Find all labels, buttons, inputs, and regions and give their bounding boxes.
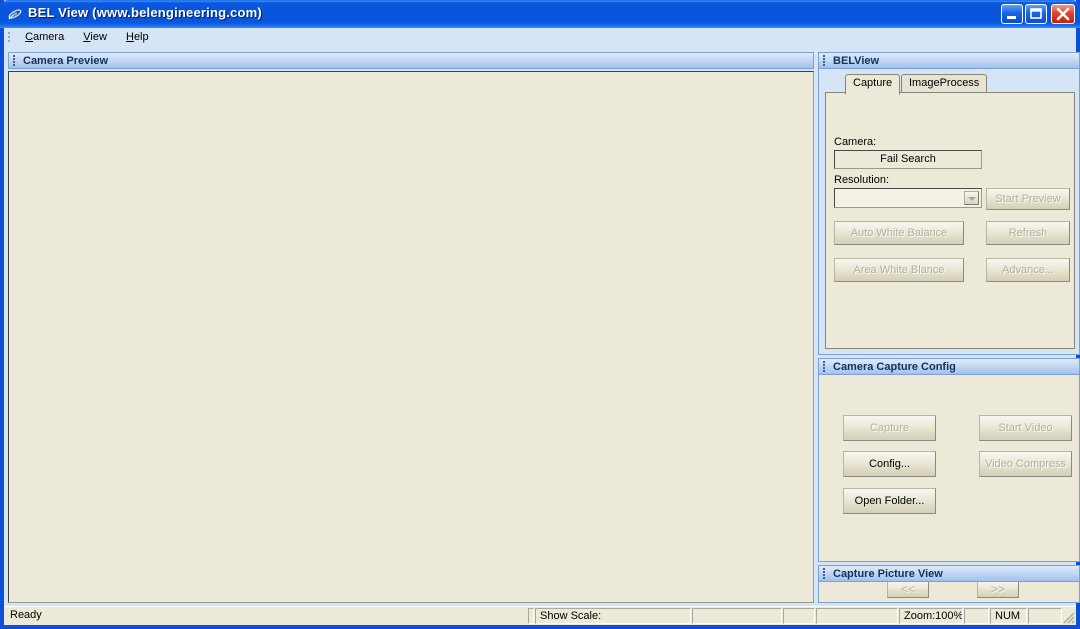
capture-picture-view-body: << >> [818,582,1080,603]
resize-grip-icon[interactable] [1061,610,1075,624]
belview-panel-body: Capture ImageProcess Camera: Fail Search… [818,69,1080,355]
status-cell-a [692,608,782,624]
start-preview-button[interactable]: Start Preview [986,188,1070,210]
area-white-balance-button[interactable]: Area White Blance [834,258,964,282]
belview-panel-title: BELView [833,55,880,67]
capture-button[interactable]: Capture [843,415,936,441]
menu-item-help[interactable]: Help [118,28,157,45]
tab-imageprocess[interactable]: ImageProcess [901,74,988,93]
menu-item-camera[interactable]: Camera [17,28,72,45]
status-bar: Ready Show Scale: Zoom:100% NUM [4,606,1076,625]
camera-status-field[interactable]: Fail Search [834,150,982,169]
next-picture-button[interactable]: >> [977,582,1019,598]
status-separator-1 [528,608,534,624]
capture-picture-view-header: Capture Picture View [818,565,1080,582]
camera-capture-config-panel: Camera Capture Config Capture Start Vide… [818,358,1080,562]
auto-white-balance-button[interactable]: Auto White Balance [834,221,964,245]
window-title: BEL View (www.belengineering.com) [28,5,262,20]
status-show-scale: Show Scale: [535,608,691,624]
start-video-button[interactable]: Start Video [979,415,1072,441]
refresh-button[interactable]: Refresh [986,221,1070,245]
close-button[interactable] [1051,4,1075,24]
camera-label: Camera: [834,136,877,148]
open-folder-button[interactable]: Open Folder... [843,488,936,514]
config-button[interactable]: Config... [843,451,936,477]
tab-capture[interactable]: Capture [845,74,901,95]
menu-item-view[interactable]: View [75,28,115,45]
status-ready: Ready [10,609,42,621]
resolution-dropdown[interactable] [834,188,982,208]
capture-tab-page: Camera: Fail Search Resolution: Start Pr… [825,92,1075,349]
menu-grip-icon[interactable] [8,32,11,45]
capture-picture-view-title: Capture Picture View [833,568,943,580]
belview-panel-header: BELView [818,52,1080,69]
status-spacer [964,608,989,624]
camera-capture-config-header: Camera Capture Config [818,358,1080,375]
app-icon [7,6,23,22]
status-cell-b [783,608,815,624]
camera-preview-header: Camera Preview [8,52,814,69]
status-cell-end [1028,608,1062,624]
maximize-button[interactable] [1025,4,1047,24]
panel-grip-icon[interactable] [823,361,826,374]
status-cell-c [816,608,898,624]
panel-grip-icon[interactable] [13,55,16,68]
right-dock-column: BELView Capture ImageProcess Camera: Fai… [818,52,1080,603]
belview-tabstrip: Capture ImageProcess [825,74,1075,95]
panel-grip-icon[interactable] [823,568,826,581]
application-window: BEL View (www.belengineering.com) Camera… [0,0,1080,629]
camera-preview-canvas[interactable] [8,71,814,603]
camera-capture-config-title: Camera Capture Config [833,361,956,373]
previous-picture-button[interactable]: << [887,582,929,598]
resolution-label: Resolution: [834,174,890,186]
minimize-button[interactable] [1001,4,1023,24]
camera-preview-title: Camera Preview [23,55,108,67]
camera-preview-pane: Camera Preview [8,52,814,603]
belview-panel: BELView Capture ImageProcess Camera: Fai… [818,52,1080,355]
title-bar[interactable]: BEL View (www.belengineering.com) [0,0,1080,28]
status-zoom: Zoom:100% [899,608,963,624]
chevron-down-icon[interactable] [964,191,979,205]
camera-capture-config-body: Capture Start Video Config... Video Comp… [818,375,1080,562]
video-compress-button[interactable]: Video Compress [979,451,1072,477]
work-area: Camera Preview BELView Capture ImageProc… [4,47,1080,607]
panel-grip-icon[interactable] [823,55,826,68]
advance-button[interactable]: Advance... [986,258,1070,282]
status-num-indicator: NUM [990,608,1027,624]
capture-picture-view-panel: Capture Picture View << >> [818,565,1080,603]
menu-bar: Camera View Help [4,28,1076,48]
